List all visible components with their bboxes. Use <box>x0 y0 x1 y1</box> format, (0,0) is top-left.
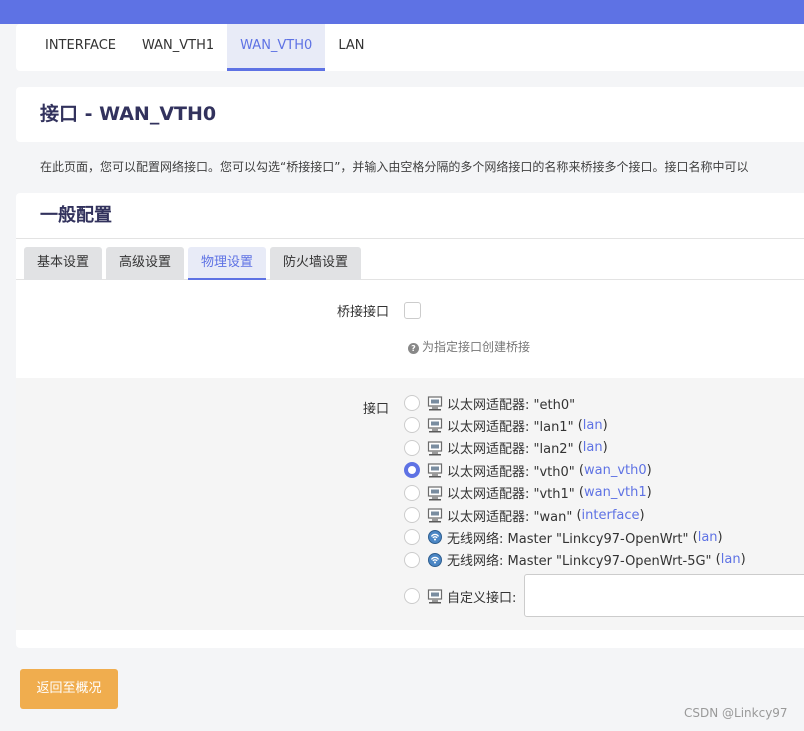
interface-network-link[interactable]: wan_vth0 <box>584 463 647 478</box>
interface-radio[interactable] <box>404 462 420 479</box>
interface-network-link[interactable]: lan <box>583 418 603 433</box>
bridge-hint: ? 为指定接口创建桥接 <box>408 338 530 355</box>
help-icon: ? <box>408 343 419 354</box>
interface-label: 接口 <box>362 402 389 417</box>
interface-option-label: 无线网络: Master "Linkcy97-OpenWrt-5G" <box>447 554 712 570</box>
bridge-interface-checkbox[interactable] <box>404 302 421 319</box>
ethernet-icon <box>427 441 443 456</box>
watermark: CSDN @Linkcy97 <box>684 706 788 720</box>
paren-open: ( <box>572 507 582 523</box>
tab-wan-vth1[interactable]: WAN_VTH1 <box>129 24 227 71</box>
interface-option-label: 以太网适配器: "lan2" <box>447 442 574 458</box>
interface-option-label: 以太网适配器: "lan1" <box>447 419 574 435</box>
wireless-icon <box>428 530 442 545</box>
wireless-icon <box>428 552 442 567</box>
interface-option: 以太网适配器: "vth0" (wan_vth0) <box>404 459 652 481</box>
interface-option-label: 以太网适配器: "eth0" <box>447 397 576 413</box>
section-title: 一般配置 <box>16 193 804 239</box>
paren-close: ) <box>602 417 608 433</box>
tab-wan-vth0[interactable]: WAN_VTH0 <box>227 24 326 71</box>
interface-radio[interactable] <box>404 507 420 523</box>
custom-interface-option: 自定义接口: <box>404 585 516 607</box>
ethernet-icon <box>427 589 443 604</box>
interface-network-link[interactable]: lan <box>721 552 741 567</box>
ethernet-icon <box>427 485 443 501</box>
interface-tabs: INTERFACE WAN_VTH1 WAN_VTH0 LAN <box>16 24 804 71</box>
interface-option-label: 以太网适配器: "wan" <box>447 509 573 525</box>
paren-close: ) <box>646 462 652 478</box>
top-header-bar <box>0 0 804 24</box>
interface-option: 以太网适配器: "lan2" (lan) <box>404 437 608 459</box>
interface-radio[interactable] <box>404 417 420 434</box>
paren-close: ) <box>717 529 723 545</box>
paren-open: ( <box>711 552 721 568</box>
interface-radio[interactable] <box>404 484 420 501</box>
interface-option: 以太网适配器: "eth0" <box>404 392 575 414</box>
general-config-card: 一般配置 基本设置 高级设置 物理设置 防火墙设置 桥接接口 ? 为指定接口创建桥… <box>16 193 804 648</box>
interface-option-label: 以太网适配器: "vth0" <box>447 464 575 480</box>
paren-open: ( <box>574 485 584 501</box>
interface-option: 无线网络: Master "Linkcy97-OpenWrt-5G" (lan) <box>404 549 746 571</box>
paren-open: ( <box>573 417 583 433</box>
ethernet-icon <box>427 396 443 411</box>
interface-option-label: 无线网络: Master "Linkcy97-OpenWrt" <box>447 531 689 547</box>
tab-interface[interactable]: INTERFACE <box>32 24 129 71</box>
interface-option: 以太网适配器: "lan1" (lan) <box>404 414 608 436</box>
tab-basic-settings[interactable]: 基本设置 <box>24 247 103 280</box>
tab-advanced-settings[interactable]: 高级设置 <box>106 247 185 280</box>
page-description: 在此页面，您可以配置网络接口。您可以勾选“桥接接口”，并输入由空格分隔的多个网络… <box>40 160 749 174</box>
ethernet-icon <box>427 508 443 523</box>
interface-network-link[interactable]: lan <box>698 530 718 545</box>
interface-radio[interactable] <box>404 395 420 411</box>
tab-firewall-settings[interactable]: 防火墙设置 <box>270 247 362 280</box>
tab-lan[interactable]: LAN <box>325 24 377 71</box>
paren-open: ( <box>574 462 584 478</box>
paren-close: ) <box>646 485 652 501</box>
page-title: 接口 - WAN_VTH0 <box>40 103 217 125</box>
interface-option: 无线网络: Master "Linkcy97-OpenWrt" (lan) <box>404 526 723 548</box>
bridge-interface-label: 桥接接口 <box>336 305 389 320</box>
interface-option: 以太网适配器: "vth1" (wan_vth1) <box>404 482 652 504</box>
paren-open: ( <box>688 529 698 545</box>
interface-network-link[interactable]: wan_vth1 <box>584 485 647 500</box>
bridge-hint-text: 为指定接口创建桥接 <box>422 340 531 354</box>
paren-close: ) <box>740 552 746 568</box>
bridge-interface-row: 桥接接口 ? 为指定接口创建桥接 <box>16 280 804 378</box>
paren-close: ) <box>639 507 645 523</box>
custom-interface-input[interactable] <box>524 574 804 617</box>
paren-open: ( <box>573 440 583 456</box>
interface-radio[interactable] <box>404 439 420 456</box>
back-to-overview-button[interactable]: 返回至概况 <box>20 669 118 709</box>
custom-interface-label: 自定义接口: <box>447 590 517 606</box>
ethernet-icon <box>427 463 443 478</box>
interface-option-label: 以太网适配器: "vth1" <box>447 487 575 503</box>
interface-radio[interactable] <box>404 551 420 568</box>
custom-interface-radio[interactable] <box>404 588 420 604</box>
interface-network-link[interactable]: lan <box>583 440 603 455</box>
interface-option: 以太网适配器: "wan" (interface) <box>404 504 645 526</box>
interface-row: 接口 以太网适配器: "eth0" 以太网适配器: "lan1" (lan) 以太网… <box>16 378 804 630</box>
ethernet-icon <box>427 418 443 433</box>
tab-physical-settings[interactable]: 物理设置 <box>188 247 267 280</box>
page-title-card: 接口 - WAN_VTH0 <box>16 87 804 142</box>
paren-close: ) <box>602 440 608 456</box>
interface-radio[interactable] <box>404 529 420 546</box>
settings-tabs: 基本设置 高级设置 物理设置 防火墙设置 <box>16 239 804 280</box>
interface-network-link[interactable]: interface <box>582 508 640 523</box>
